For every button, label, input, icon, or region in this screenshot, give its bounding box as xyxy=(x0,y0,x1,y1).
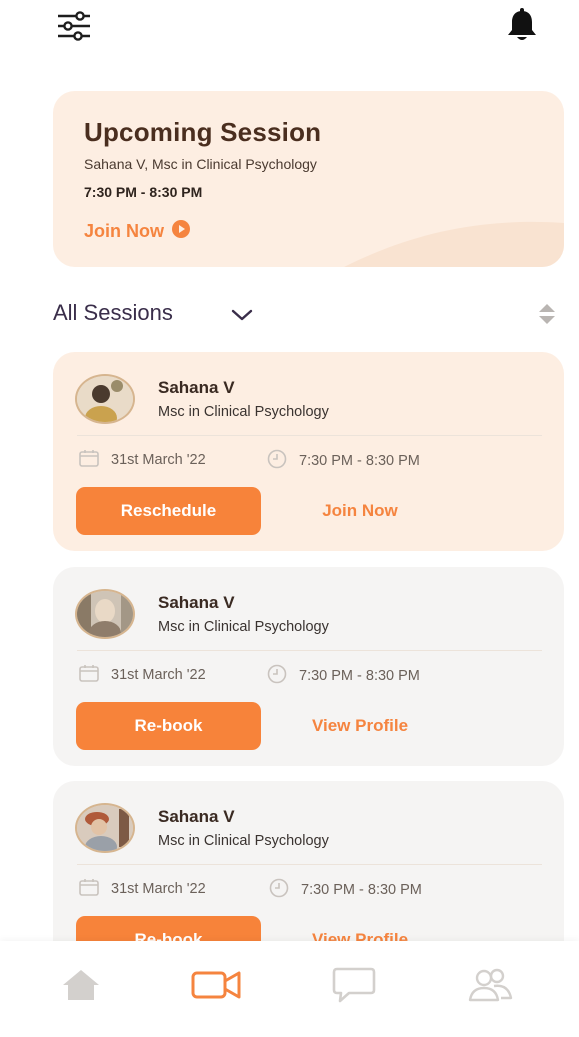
therapist-degree: Msc in Clinical Psychology xyxy=(158,404,329,420)
avatar xyxy=(75,803,135,853)
video-icon[interactable] xyxy=(187,963,247,1007)
avatar xyxy=(75,589,135,639)
top-bar xyxy=(0,0,579,60)
divider xyxy=(77,864,542,865)
session-card: Sahana V Msc in Clinical Psychology 31st… xyxy=(53,567,564,766)
rebook-button[interactable]: Re-book xyxy=(76,702,261,750)
session-date-text: 31st March '22 xyxy=(111,452,206,468)
session-date-text: 31st March '22 xyxy=(111,881,206,897)
reschedule-button[interactable]: Reschedule xyxy=(76,487,261,535)
sort-icon[interactable] xyxy=(536,302,558,326)
filter-icon[interactable] xyxy=(52,6,96,46)
upcoming-therapist: Sahana V, Msc in Clinical Psychology xyxy=(84,156,317,172)
upcoming-join-label: Join Now xyxy=(84,221,164,241)
therapist-name: Sahana V xyxy=(158,593,235,612)
chat-icon[interactable] xyxy=(324,963,384,1007)
upcoming-session-card: Upcoming Session Sahana V, Msc in Clinic… xyxy=(53,91,564,267)
therapist-name: Sahana V xyxy=(158,378,235,397)
bottom-nav xyxy=(0,941,579,1037)
calendar-icon xyxy=(79,449,99,471)
session-card: Sahana V Msc in Clinical Psychology 31st… xyxy=(53,352,564,551)
view-profile-button[interactable]: View Profile xyxy=(283,702,437,750)
session-time-text: 7:30 PM - 8:30 PM xyxy=(299,453,420,469)
community-icon[interactable] xyxy=(460,963,520,1007)
divider xyxy=(77,650,542,651)
home-icon[interactable] xyxy=(51,963,111,1007)
session-time: 7:30 PM - 8:30 PM xyxy=(267,449,420,473)
clock-icon xyxy=(267,664,287,688)
session-time: 7:30 PM - 8:30 PM xyxy=(267,664,420,688)
upcoming-time: 7:30 PM - 8:30 PM xyxy=(84,184,203,200)
calendar-icon xyxy=(79,878,99,900)
session-time-text: 7:30 PM - 8:30 PM xyxy=(299,668,420,684)
sessions-screen: Upcoming Session Sahana V, Msc in Clinic… xyxy=(0,0,579,1037)
upcoming-join-button[interactable]: Join Now xyxy=(84,220,190,243)
card-wave-decoration xyxy=(344,221,564,267)
avatar xyxy=(75,374,135,424)
session-time-text: 7:30 PM - 8:30 PM xyxy=(301,882,422,898)
session-time: 7:30 PM - 8:30 PM xyxy=(269,878,422,902)
session-date: 31st March '22 xyxy=(79,664,206,686)
join-now-button[interactable]: Join Now xyxy=(283,487,437,535)
calendar-icon xyxy=(79,664,99,686)
play-circle-icon xyxy=(172,220,190,243)
therapist-degree: Msc in Clinical Psychology xyxy=(158,833,329,849)
upcoming-title: Upcoming Session xyxy=(84,117,322,147)
divider xyxy=(77,435,542,436)
clock-icon xyxy=(269,878,289,902)
chevron-down-icon[interactable] xyxy=(229,304,255,326)
session-date: 31st March '22 xyxy=(79,449,206,471)
therapist-degree: Msc in Clinical Psychology xyxy=(158,619,329,635)
session-date: 31st March '22 xyxy=(79,878,206,900)
bell-icon[interactable] xyxy=(500,4,544,48)
session-date-text: 31st March '22 xyxy=(111,667,206,683)
clock-icon xyxy=(267,449,287,473)
therapist-name: Sahana V xyxy=(158,807,235,826)
sessions-header: All Sessions xyxy=(53,296,564,332)
sessions-title: All Sessions xyxy=(53,300,173,325)
